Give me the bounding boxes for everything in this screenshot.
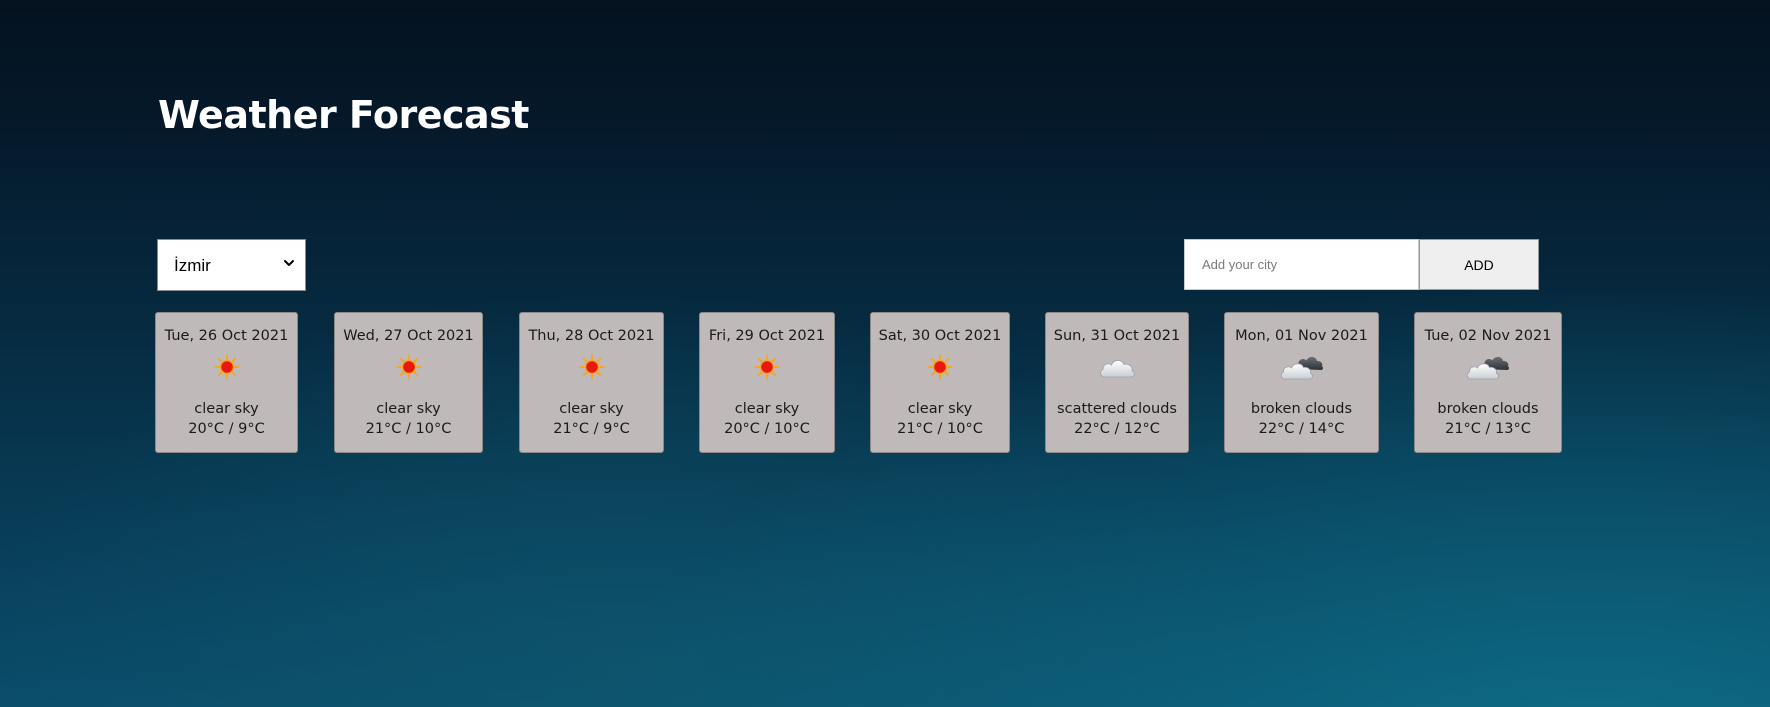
page-title: Weather Forecast [158,93,529,137]
forecast-date: Sat, 30 Oct 2021 [878,328,1002,344]
forecast-card: Sat, 30 Oct 2021 clear sky 21°C / 10°C [870,312,1010,453]
forecast-description: clear sky [376,401,441,417]
forecast-date: Sun, 31 Oct 2021 [1053,328,1181,344]
forecast-description: clear sky [907,401,973,417]
forecast-temperature: 21°C / 13°C [1445,421,1531,437]
sun-icon [156,348,297,386]
forecast-card: Sun, 31 Oct 2021 scattered clouds 22°C /… [1045,312,1189,453]
forecast-date: Tue, 02 Nov 2021 [1424,328,1552,344]
forecast-temperature: 22°C / 12°C [1074,421,1160,437]
forecast-description: clear sky [734,401,800,417]
forecast-description: scattered clouds [1057,401,1177,417]
forecast-description: clear sky [559,401,624,417]
forecast-temperature: 21°C / 9°C [553,421,630,437]
sun-icon [335,348,482,386]
sun-icon [520,348,663,386]
forecast-temperature: 21°C / 10°C [897,421,983,437]
city-select-wrapper[interactable]: İzmir [157,239,306,291]
forecast-description: broken clouds [1250,401,1353,417]
city-select[interactable]: İzmir [158,240,305,290]
forecast-list: Tue, 26 Oct 2021 clear sky 20°C / 9°C We… [0,312,1770,454]
forecast-description: broken clouds [1437,401,1539,417]
broken-clouds-icon [1225,348,1378,386]
sun-icon [871,348,1009,386]
add-city-button[interactable]: ADD [1419,239,1539,290]
sun-icon [700,348,834,386]
forecast-card: Fri, 29 Oct 2021 clear sky 20°C / 10°C [699,312,835,453]
forecast-description: clear sky [194,401,259,417]
forecast-date: Tue, 26 Oct 2021 [164,328,289,344]
broken-clouds-icon [1415,348,1561,386]
forecast-date: Mon, 01 Nov 2021 [1235,328,1368,344]
forecast-date: Fri, 29 Oct 2021 [708,328,826,344]
forecast-temperature: 22°C / 14°C [1258,421,1345,437]
forecast-card: Thu, 28 Oct 2021 clear sky 21°C / 9°C [519,312,664,453]
cloud-icon [1046,348,1188,386]
add-city-input[interactable] [1184,239,1419,290]
forecast-date: Thu, 28 Oct 2021 [528,328,655,344]
forecast-temperature: 20°C / 10°C [724,421,810,437]
forecast-card: Tue, 02 Nov 2021 broken clouds 21°C / 13… [1414,312,1562,453]
forecast-card: Mon, 01 Nov 2021 broken clouds 22°C / 14… [1224,312,1379,453]
forecast-temperature: 21°C / 10°C [365,421,452,437]
forecast-card: Tue, 26 Oct 2021 clear sky 20°C / 9°C [155,312,298,453]
forecast-temperature: 20°C / 9°C [188,421,265,437]
forecast-date: Wed, 27 Oct 2021 [343,328,474,344]
forecast-card: Wed, 27 Oct 2021 clear sky 21°C / 10°C [334,312,483,453]
